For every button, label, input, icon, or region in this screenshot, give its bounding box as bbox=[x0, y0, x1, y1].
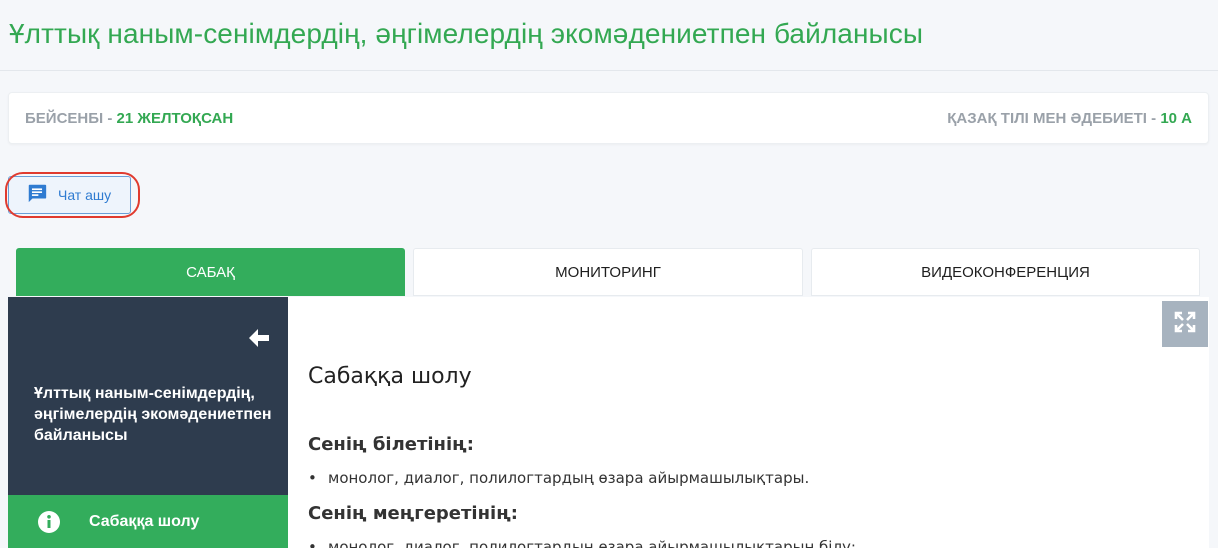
tab-lesson[interactable]: САБАҚ bbox=[16, 248, 405, 296]
open-chat-button[interactable]: Чат ашу bbox=[8, 176, 131, 214]
info-icon bbox=[37, 510, 61, 534]
lesson-info-bar: БЕЙСЕНБІ - 21 ЖЕЛТОҚСАН ҚАЗАҚ ТІЛІ МЕН Ә… bbox=[8, 92, 1209, 144]
lesson-subject: ҚАЗАҚ ТІЛІ МЕН ӘДЕБИЕТІ - 10 А bbox=[947, 110, 1192, 127]
content-heading: Сабаққа шолу bbox=[308, 364, 472, 389]
arrow-left-icon[interactable] bbox=[248, 328, 270, 353]
sidebar-lesson-title: Ұлттық наным-сенімдердің, әңгімелердің э… bbox=[34, 385, 272, 444]
page-title: Ұлттық наным-сенімдердің, әңгімелердің э… bbox=[9, 18, 924, 49]
bullet-text: монолог, диалог, полилогтардың өзара айы… bbox=[328, 469, 810, 487]
expand-button[interactable] bbox=[1162, 301, 1208, 347]
chat-icon bbox=[26, 182, 48, 209]
tab-videoconference[interactable]: ВИДЕОКОНФЕРЕНЦИЯ bbox=[811, 248, 1200, 296]
date-value: 21 ЖЕЛТОҚСАН bbox=[116, 110, 234, 127]
bullet-text: монолог, диалог, полилогтардың өзара айы… bbox=[328, 538, 856, 548]
subject-label: ҚАЗАҚ ТІЛІ МЕН ӘДЕБИЕТІ - bbox=[947, 110, 1161, 127]
list-item: • монолог, диалог, полилогтардың өзара ай… bbox=[308, 469, 810, 487]
lesson-date: БЕЙСЕНБІ - 21 ЖЕЛТОҚСАН bbox=[25, 110, 233, 127]
sidebar-item-overview[interactable]: Сабаққа шолу bbox=[8, 495, 288, 548]
lesson-content: Сабаққа шолу Сенің білетінің: • монолог, … bbox=[288, 297, 1209, 548]
class-value: 10 А bbox=[1160, 110, 1192, 127]
lesson-sidebar: Ұлттық наным-сенімдердің, әңгімелердің э… bbox=[8, 297, 288, 548]
section-title-master: Сенің меңгеретінің: bbox=[308, 503, 518, 524]
section-title-know: Сенің білетінің: bbox=[308, 434, 474, 455]
day-label: БЕЙСЕНБІ - bbox=[25, 110, 117, 127]
expand-icon bbox=[1173, 310, 1197, 339]
open-chat-label: Чат ашу bbox=[58, 187, 112, 203]
title-divider bbox=[0, 70, 1218, 71]
sidebar-item-label: Сабаққа шолу bbox=[89, 512, 200, 530]
list-item: • монолог, диалог, полилогтардың өзара ай… bbox=[308, 538, 856, 548]
tab-monitoring[interactable]: МОНИТОРИНГ bbox=[413, 248, 803, 296]
